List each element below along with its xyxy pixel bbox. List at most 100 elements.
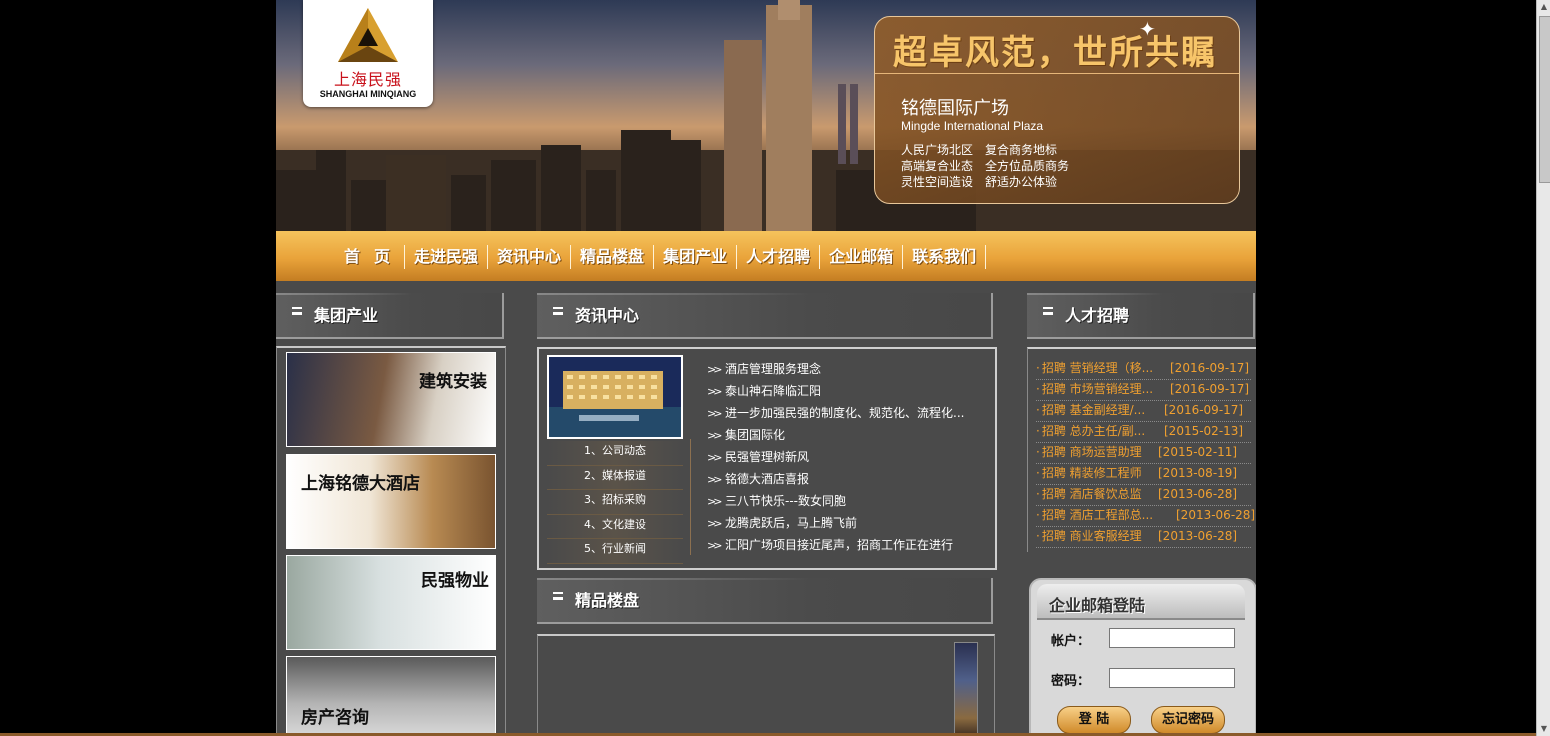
jobs-panel: · 招聘 营销经理（移... [2016-09-17] · 招聘 市场营销经理...[… [1027, 347, 1256, 552]
job-date: [2015-02-11] [1158, 445, 1238, 459]
jobs-header: 人才招聘 [1027, 293, 1255, 339]
job-title: 招聘 基金副经理/... [1041, 403, 1146, 417]
bullet-icon: · [1036, 529, 1040, 543]
double-chevron-icon: >> [707, 363, 722, 376]
section-bullet-icon [292, 307, 302, 317]
news-title: 资讯中心 [575, 306, 640, 325]
job-title: 招聘 酒店餐饮总监 [1041, 487, 1142, 501]
account-input[interactable] [1109, 628, 1235, 648]
industry-card-label: 建筑安装 [419, 372, 487, 392]
nav-contact[interactable]: 联系我们 [903, 245, 987, 269]
job-item[interactable]: · 招聘 酒店餐饮总监 [2013-06-28] [1036, 484, 1251, 506]
scroll-down-icon[interactable]: ▼ [1537, 722, 1550, 736]
job-item[interactable]: · 招聘 营销经理（移... [2016-09-17] [1036, 358, 1251, 380]
news-item-title: 酒店管理服务理念 [725, 362, 822, 376]
industry-header: 集团产业 [276, 293, 504, 339]
promo-feature-row: 高端复合业态 全方位品质商务 [901, 157, 1069, 174]
jobs-title: 人才招聘 [1065, 306, 1130, 325]
double-chevron-icon: >> [707, 451, 722, 464]
promo-feature: 全方位品质商务 [985, 159, 1070, 173]
promo-slogan: 超卓风范，世所共瞩 [893, 33, 1217, 73]
bullet-icon: · [1036, 382, 1040, 396]
nav-mail[interactable]: 企业邮箱 [820, 245, 904, 269]
news-item-title: 汇阳广场项目接近尾声，招商工作正在进行 [725, 538, 954, 552]
industry-title: 集团产业 [314, 306, 379, 325]
double-chevron-icon: >> [707, 517, 722, 530]
news-item[interactable]: >> 酒店管理服务理念 [707, 358, 964, 380]
scroll-up-icon[interactable]: ▲ [1537, 0, 1550, 14]
logo[interactable]: 上海民强 SHANGHAI MINQIANG [303, 0, 433, 107]
job-item[interactable]: · 招聘 基金副经理/... [2016-09-17] [1036, 400, 1251, 422]
news-item[interactable]: >> 汇阳广场项目接近尾声，招商工作正在进行 [707, 534, 964, 556]
double-chevron-icon: >> [707, 539, 722, 552]
news-item[interactable]: >> 泰山神石降临汇阳 [707, 380, 964, 402]
login-title: 企业邮箱登陆 [1049, 596, 1146, 615]
news-item[interactable]: >> 集团国际化 [707, 424, 964, 446]
job-item[interactable]: · 招聘 商业客服经理 [2013-06-28] [1036, 526, 1251, 548]
news-list: >> 酒店管理服务理念 >> 泰山神石降临汇阳 >> 进一步加强民强的制度化、规范化、… [707, 358, 964, 556]
job-title: 招聘 营销经理（移... [1041, 361, 1154, 375]
nav-industry[interactable]: 集团产业 [654, 245, 738, 269]
news-category-culture[interactable]: 4、文化建设 [547, 514, 683, 540]
job-date: [2016-09-17] [1164, 403, 1244, 417]
industry-card-construction[interactable]: 建筑安装 [286, 352, 496, 447]
industry-card-label: 民强物业 [421, 571, 489, 591]
promo-feature-row: 人民广场北区 复合商务地标 [901, 141, 1069, 158]
password-input[interactable] [1109, 668, 1235, 688]
news-panel: 1、公司动态 2、媒体报道 3、招标采购 4、文化建设 5、行业新闻 >> 酒店管… [537, 347, 997, 570]
job-item[interactable]: · 招聘 商场运营助理 [2015-02-11] [1036, 442, 1251, 464]
forgot-password-button[interactable]: 忘记密码 [1151, 706, 1225, 734]
login-button[interactable]: 登 陆 [1057, 706, 1131, 734]
bullet-icon: · [1036, 424, 1040, 438]
news-item[interactable]: >> 龙腾虎跃后，马上腾飞前 [707, 512, 964, 534]
double-chevron-icon: >> [707, 429, 722, 442]
news-item-title: 进一步加强民强的制度化、规范化、流程化... [725, 406, 965, 420]
news-item[interactable]: >> 铭德大酒店喜报 [707, 468, 964, 490]
promo-feature: 高端复合业态 [901, 159, 974, 173]
news-category-media[interactable]: 2、媒体报道 [547, 465, 683, 491]
news-item-title: 铭德大酒店喜报 [725, 472, 810, 486]
job-item[interactable]: · 招聘 市场营销经理... [2016-09-17] [1036, 379, 1251, 401]
promo-feature: 人民广场北区 [901, 143, 974, 157]
industry-card-consulting[interactable]: 房产咨询 [286, 656, 496, 736]
industry-card-hotel[interactable]: 上海铭德大酒店 [286, 454, 496, 549]
password-label: 密码： [1051, 674, 1091, 689]
property-thumbnail[interactable] [954, 642, 978, 736]
news-photo-hotel[interactable] [547, 355, 683, 439]
nav-news[interactable]: 资讯中心 [488, 245, 572, 269]
job-title: 招聘 总办主任/副... [1041, 424, 1146, 438]
page: 上海民强 SHANGHAI MINQIANG 超卓风范，世所共瞩 ✦ 铭德国际广… [276, 0, 1256, 736]
job-item[interactable]: · 招聘 总办主任/副... [2015-02-13] [1036, 421, 1251, 443]
bullet-icon: · [1036, 445, 1040, 459]
nav-properties[interactable]: 精品楼盘 [571, 245, 655, 269]
industry-card-label: 上海铭德大酒店 [301, 474, 420, 494]
news-category-industry[interactable]: 5、行业新闻 [547, 539, 683, 564]
news-item[interactable]: >> 民强管理树新风 [707, 446, 964, 468]
news-item[interactable]: >> 进一步加强民强的制度化、规范化、流程化... [707, 402, 964, 424]
double-chevron-icon: >> [707, 473, 722, 486]
news-item-title: 泰山神石降临汇阳 [725, 384, 822, 398]
job-item[interactable]: · 招聘 酒店工程部总... [2013-06-28] [1036, 505, 1255, 527]
nav-jobs[interactable]: 人才招聘 [737, 245, 821, 269]
job-title: 招聘 酒店工程部总... [1041, 508, 1154, 522]
job-item[interactable]: · 招聘 精装修工程师 [2013-08-19] [1036, 463, 1251, 485]
double-chevron-icon: >> [707, 495, 722, 508]
industry-card-property[interactable]: 民强物业 [286, 555, 496, 650]
nav-about[interactable]: 走进民强 [405, 245, 489, 269]
sparkle-icon: ✦ [1139, 17, 1156, 41]
promo-feature: 舒适办公体验 [985, 175, 1058, 189]
news-category-tender[interactable]: 3、招标采购 [547, 490, 683, 515]
bullet-icon: · [1036, 487, 1040, 501]
promo-panel: 超卓风范，世所共瞩 ✦ 铭德国际广场 Mingde International … [874, 16, 1240, 204]
scrollbar-thumb[interactable] [1539, 16, 1550, 183]
news-category-list: 1、公司动态 2、媒体报道 3、招标采购 4、文化建设 5、行业新闻 [547, 441, 683, 564]
news-item-title: 三八节快乐---致女同胞 [725, 494, 846, 508]
news-category-company[interactable]: 1、公司动态 [547, 441, 683, 466]
main-nav: 首页 走进民强 资讯中心 精品楼盘 集团产业 人才招聘 企业邮箱 联系我们 [276, 231, 1256, 281]
nav-home[interactable]: 首页 [336, 245, 406, 269]
page-scrollbar[interactable]: ▲ ▼ [1536, 0, 1550, 736]
news-item[interactable]: >> 三八节快乐---致女同胞 [707, 490, 964, 512]
section-bullet-icon [553, 592, 563, 602]
mail-login-panel: 企业邮箱登陆 帐户： 密码： 登 陆 忘记密码 [1029, 578, 1256, 736]
bullet-icon: · [1036, 361, 1040, 375]
